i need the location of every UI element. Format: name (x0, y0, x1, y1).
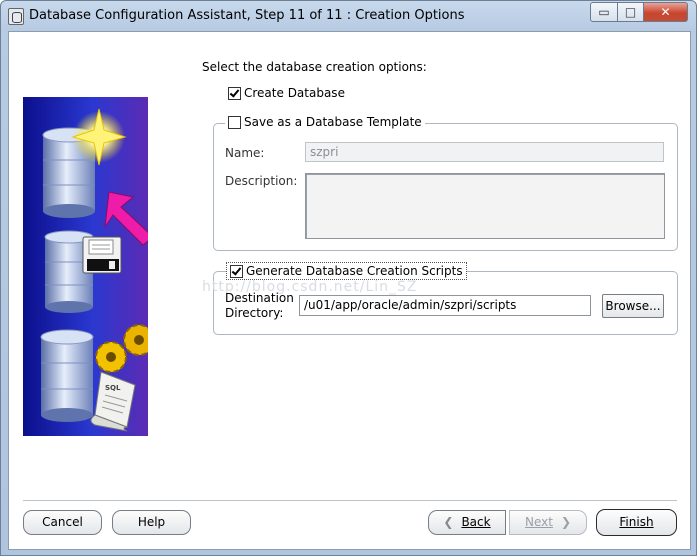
title-bar[interactable]: Database Configuration Assistant, Step 1… (1, 1, 696, 31)
checkbox-unchecked-icon (228, 115, 241, 129)
back-label: Back (461, 515, 491, 529)
close-icon: ✕ (660, 5, 671, 19)
destination-label-line2: Directory: (225, 306, 284, 320)
next-label: Next (524, 515, 553, 529)
maximize-button[interactable]: □ (617, 2, 644, 22)
browse-button[interactable]: Browse... (602, 294, 664, 318)
cancel-button[interactable]: Cancel (23, 510, 102, 535)
destination-directory-label: Destination Directory: (225, 291, 294, 321)
template-name-field[interactable]: szpri (305, 142, 664, 162)
client-area: SQL Select the database creation options… (8, 31, 691, 550)
destination-label-line1: Destination (225, 291, 294, 305)
maximize-icon: □ (624, 5, 637, 19)
generate-scripts-checkbox[interactable]: Generate Database Creation Scripts (226, 262, 467, 280)
minimize-icon: ▭ (598, 5, 610, 19)
generate-scripts-label: Generate Database Creation Scripts (246, 264, 463, 278)
finish-label: Finish (619, 515, 654, 529)
window-title: Database Configuration Assistant, Step 1… (29, 8, 465, 23)
save-template-label: Save as a Database Template (244, 115, 422, 129)
checkbox-checked-icon (228, 86, 241, 100)
template-name-label: Name: (225, 146, 265, 160)
template-description-label: Description: (225, 174, 298, 188)
next-arrow-icon: ❯ (560, 515, 572, 529)
database-app-icon (8, 8, 24, 25)
back-arrow-icon: ❮ (443, 515, 454, 529)
close-button[interactable]: ✕ (643, 2, 688, 22)
checkbox-checked-icon (230, 264, 243, 278)
destination-directory-input[interactable]: /u01/app/oracle/admin/szpri/scripts (299, 295, 591, 316)
finish-button[interactable]: Finish (596, 509, 677, 536)
svg-text:SQL: SQL (105, 384, 121, 392)
floppy-disk-icon (82, 236, 122, 274)
footer-separator (23, 500, 677, 501)
back-button[interactable]: ❮ Back (428, 510, 506, 535)
save-template-checkbox[interactable]: Save as a Database Template (225, 115, 425, 129)
create-database-label: Create Database (244, 86, 345, 100)
database-stack-illustration: SQL (23, 97, 148, 436)
template-description-field[interactable] (305, 173, 665, 239)
options-prompt: Select the database creation options: (202, 60, 427, 74)
minimize-button[interactable]: ▭ (590, 2, 618, 22)
dbca-window: Database Configuration Assistant, Step 1… (0, 0, 697, 556)
database-cylinder-icon (40, 329, 94, 422)
help-button[interactable]: Help (112, 510, 191, 535)
next-button[interactable]: Next ❯ (509, 510, 587, 535)
create-database-checkbox[interactable]: Create Database (228, 86, 345, 100)
